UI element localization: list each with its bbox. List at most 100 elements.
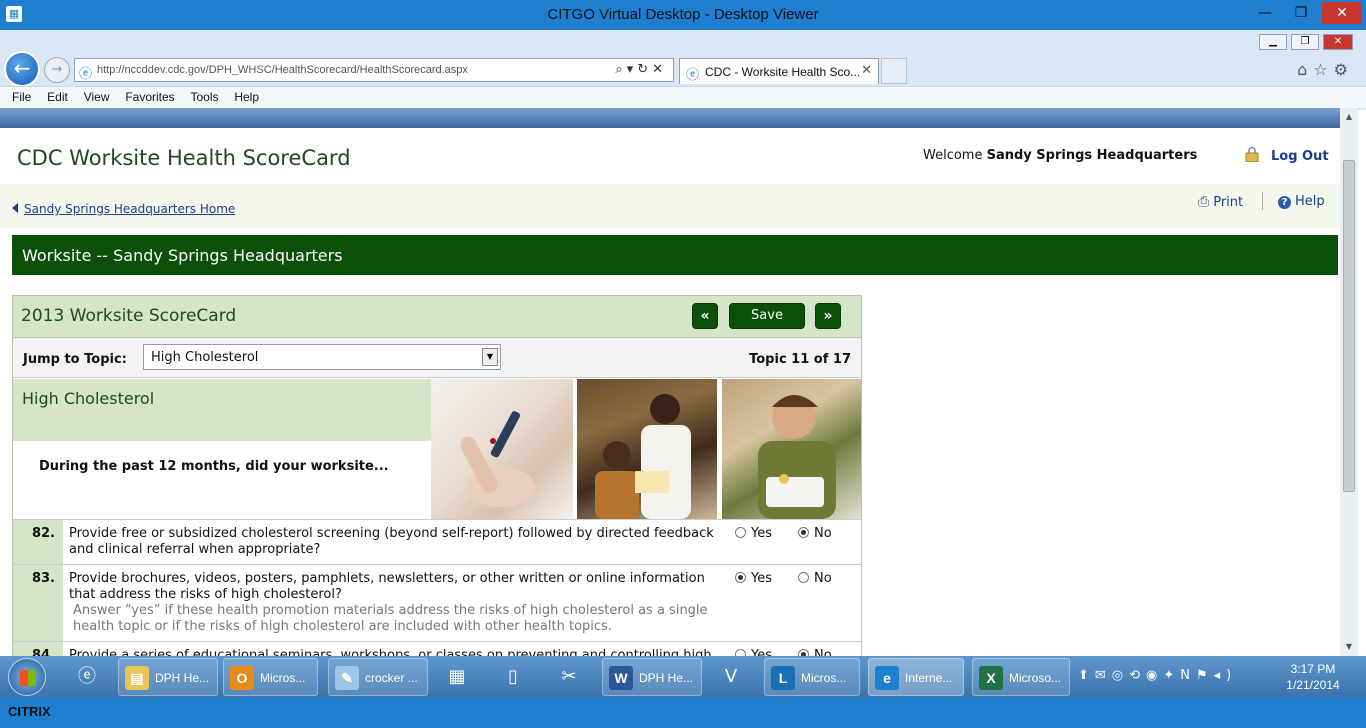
taskbar-item-ie[interactable]: e Interne...	[868, 658, 964, 696]
system-clock[interactable]: 3:17 PM 1/21/2014	[1278, 661, 1348, 693]
photo-doctor-patient	[577, 379, 717, 519]
chevron-down-icon[interactable]: ▼	[482, 348, 498, 366]
radio-yes[interactable]	[735, 649, 746, 656]
minimize-icon[interactable]: —	[1250, 2, 1280, 24]
citrix-logo: CITRIX	[8, 704, 51, 719]
close-icon[interactable]: ✕	[1322, 2, 1362, 24]
taskbar-item-word[interactable]: W DPH He...	[602, 658, 702, 696]
welcome-text: Welcome Sandy Springs Headquarters	[923, 148, 1197, 163]
ie-favicon-icon: ⓔ	[79, 67, 93, 82]
yes-label: Yes	[751, 648, 772, 656]
new-tab-button[interactable]	[881, 58, 907, 84]
question-number: 83.	[13, 564, 63, 642]
browser-toolbar-icons[interactable]: ⌂☆⚙	[1297, 60, 1354, 79]
tab-title: CDC - Worksite Health Sco...	[705, 65, 861, 79]
site-title: CDC Worksite Health ScoreCard	[17, 146, 351, 170]
vertical-scrollbar[interactable]: ▲ ▼	[1340, 108, 1358, 656]
calculator-icon[interactable]: ▦	[440, 660, 474, 694]
taskbar-label: Microso...	[1009, 671, 1062, 685]
topic-select[interactable]: High Cholesterol ▼	[143, 344, 501, 370]
questions-table: 82. Provide free or subsidized cholester…	[13, 519, 861, 656]
question-note: Answer “yes” if these health promotion m…	[73, 603, 708, 634]
prev-topic-button[interactable]: «	[692, 303, 718, 329]
answer-no-option[interactable]: No	[798, 564, 861, 642]
browser-close-icon[interactable]: ✕	[1323, 34, 1353, 50]
radio-yes-selected[interactable]	[735, 572, 746, 583]
forward-arrow-icon[interactable]: →	[44, 57, 70, 83]
menu-favorites[interactable]: Favorites	[125, 90, 174, 104]
citrix-window-title: CITGO Virtual Desktop - Desktop Viewer	[547, 6, 819, 23]
tools-icon[interactable]: ✂	[552, 660, 586, 694]
answer-yes-option[interactable]: Yes	[735, 641, 798, 656]
tab-close-icon[interactable]: ✕	[861, 63, 872, 78]
radio-no-selected[interactable]	[798, 649, 809, 656]
taskbar-item-lync[interactable]: L Micros...	[764, 658, 860, 696]
folder-icon: ▤	[125, 666, 149, 690]
answer-yes-option[interactable]: Yes	[735, 519, 798, 565]
question-text: Provide free or subsidized cholesterol s…	[63, 519, 735, 565]
taskbar-label: Interne...	[905, 671, 953, 685]
ie-taskbar-icon[interactable]: ⓔ	[70, 660, 104, 694]
radio-no[interactable]	[798, 572, 809, 583]
taskbar-label: Micros...	[801, 671, 847, 685]
breadcrumb-home-link[interactable]: Sandy Springs Headquarters Home	[24, 202, 235, 216]
answer-yes-option[interactable]: Yes	[735, 564, 798, 642]
clock-date: 1/21/2014	[1286, 678, 1340, 692]
no-label: No	[814, 571, 832, 586]
browser-minimize-icon[interactable]: ▁	[1259, 34, 1287, 50]
taskbar-item-excel[interactable]: X Microso...	[972, 658, 1070, 696]
breadcrumb-bar: Sandy Springs Headquarters Home ⎙ Print ?…	[0, 184, 1340, 228]
address-bar[interactable]: ⓔ http://nccddev.cdc.gov/DPH_WHSC/Health…	[74, 58, 674, 82]
radio-yes[interactable]	[735, 527, 746, 538]
logout-link[interactable]: Log Out	[1271, 149, 1329, 164]
menu-edit[interactable]: Edit	[47, 90, 68, 104]
save-button[interactable]: Save	[729, 303, 805, 329]
jump-label: Jump to Topic:	[23, 352, 127, 367]
lync-icon: L	[771, 666, 795, 690]
menu-file[interactable]: File	[12, 90, 31, 104]
menu-help[interactable]: Help	[234, 90, 259, 104]
start-button[interactable]	[8, 658, 46, 696]
menu-view[interactable]: View	[84, 90, 110, 104]
answer-no-option[interactable]: No	[798, 519, 861, 565]
next-topic-button[interactable]: »	[815, 303, 841, 329]
print-label: Print	[1213, 195, 1244, 210]
worksite-banner: Worksite -- Sandy Springs Headquarters	[12, 235, 1338, 275]
lock-icon	[1245, 146, 1259, 162]
scroll-up-icon[interactable]: ▲	[1340, 108, 1358, 126]
browser-restore-icon[interactable]: ❐	[1291, 34, 1319, 50]
restore-icon[interactable]: ❐	[1286, 2, 1316, 24]
answer-no-option[interactable]: No	[798, 641, 861, 656]
scorecard-panel: 2013 Worksite ScoreCard « Save » Jump to…	[12, 295, 862, 656]
browser-tab[interactable]: ⓔ CDC - Worksite Health Sco... ✕	[679, 58, 879, 84]
taskbar-label: DPH He...	[639, 671, 694, 685]
print-link[interactable]: ⎙ Print	[1198, 194, 1243, 210]
topic-counter: Topic 11 of 17	[749, 352, 851, 367]
taskbar-item-explorer[interactable]: ▤ DPH He...	[118, 658, 218, 696]
taskbar-label: DPH He...	[155, 671, 210, 685]
welcome-prefix: Welcome	[923, 148, 983, 163]
ie-icon: e	[875, 666, 899, 690]
scorecard-header: 2013 Worksite ScoreCard « Save »	[13, 296, 861, 338]
radio-no-selected[interactable]	[798, 527, 809, 538]
question-text: Provide brochures, videos, posters, pamp…	[63, 564, 735, 642]
table-row: 84. Provide a series of educational semi…	[13, 641, 861, 656]
help-link[interactable]: ? Help	[1278, 194, 1325, 209]
printer-icon: ⎙	[1198, 194, 1210, 210]
taskbar-label: Micros...	[260, 671, 306, 685]
topic-name: High Cholesterol	[22, 389, 155, 408]
visio-icon[interactable]: V	[714, 660, 748, 694]
photo-finger-prick	[431, 379, 573, 519]
document-icon[interactable]: ▯	[496, 660, 530, 694]
menu-tools[interactable]: Tools	[191, 90, 219, 104]
scroll-thumb[interactable]	[1343, 160, 1355, 492]
scorecard-title: 2013 Worksite ScoreCard	[21, 306, 237, 326]
no-label: No	[814, 648, 832, 656]
address-tools-icons[interactable]: ⌕▾↻✕	[615, 62, 667, 77]
system-tray-icons[interactable]: ⬆✉◎⟲◉✦N⚑◂)	[1078, 668, 1237, 683]
jump-to-topic-row: Jump to Topic: High Cholesterol ▼ Topic …	[13, 338, 861, 378]
taskbar-item-outlook[interactable]: O Micros...	[223, 658, 318, 696]
taskbar-item-notepad[interactable]: ✎ crocker ...	[328, 658, 428, 696]
back-arrow-icon[interactable]: ←	[4, 51, 40, 87]
scroll-down-icon[interactable]: ▼	[1340, 638, 1358, 656]
